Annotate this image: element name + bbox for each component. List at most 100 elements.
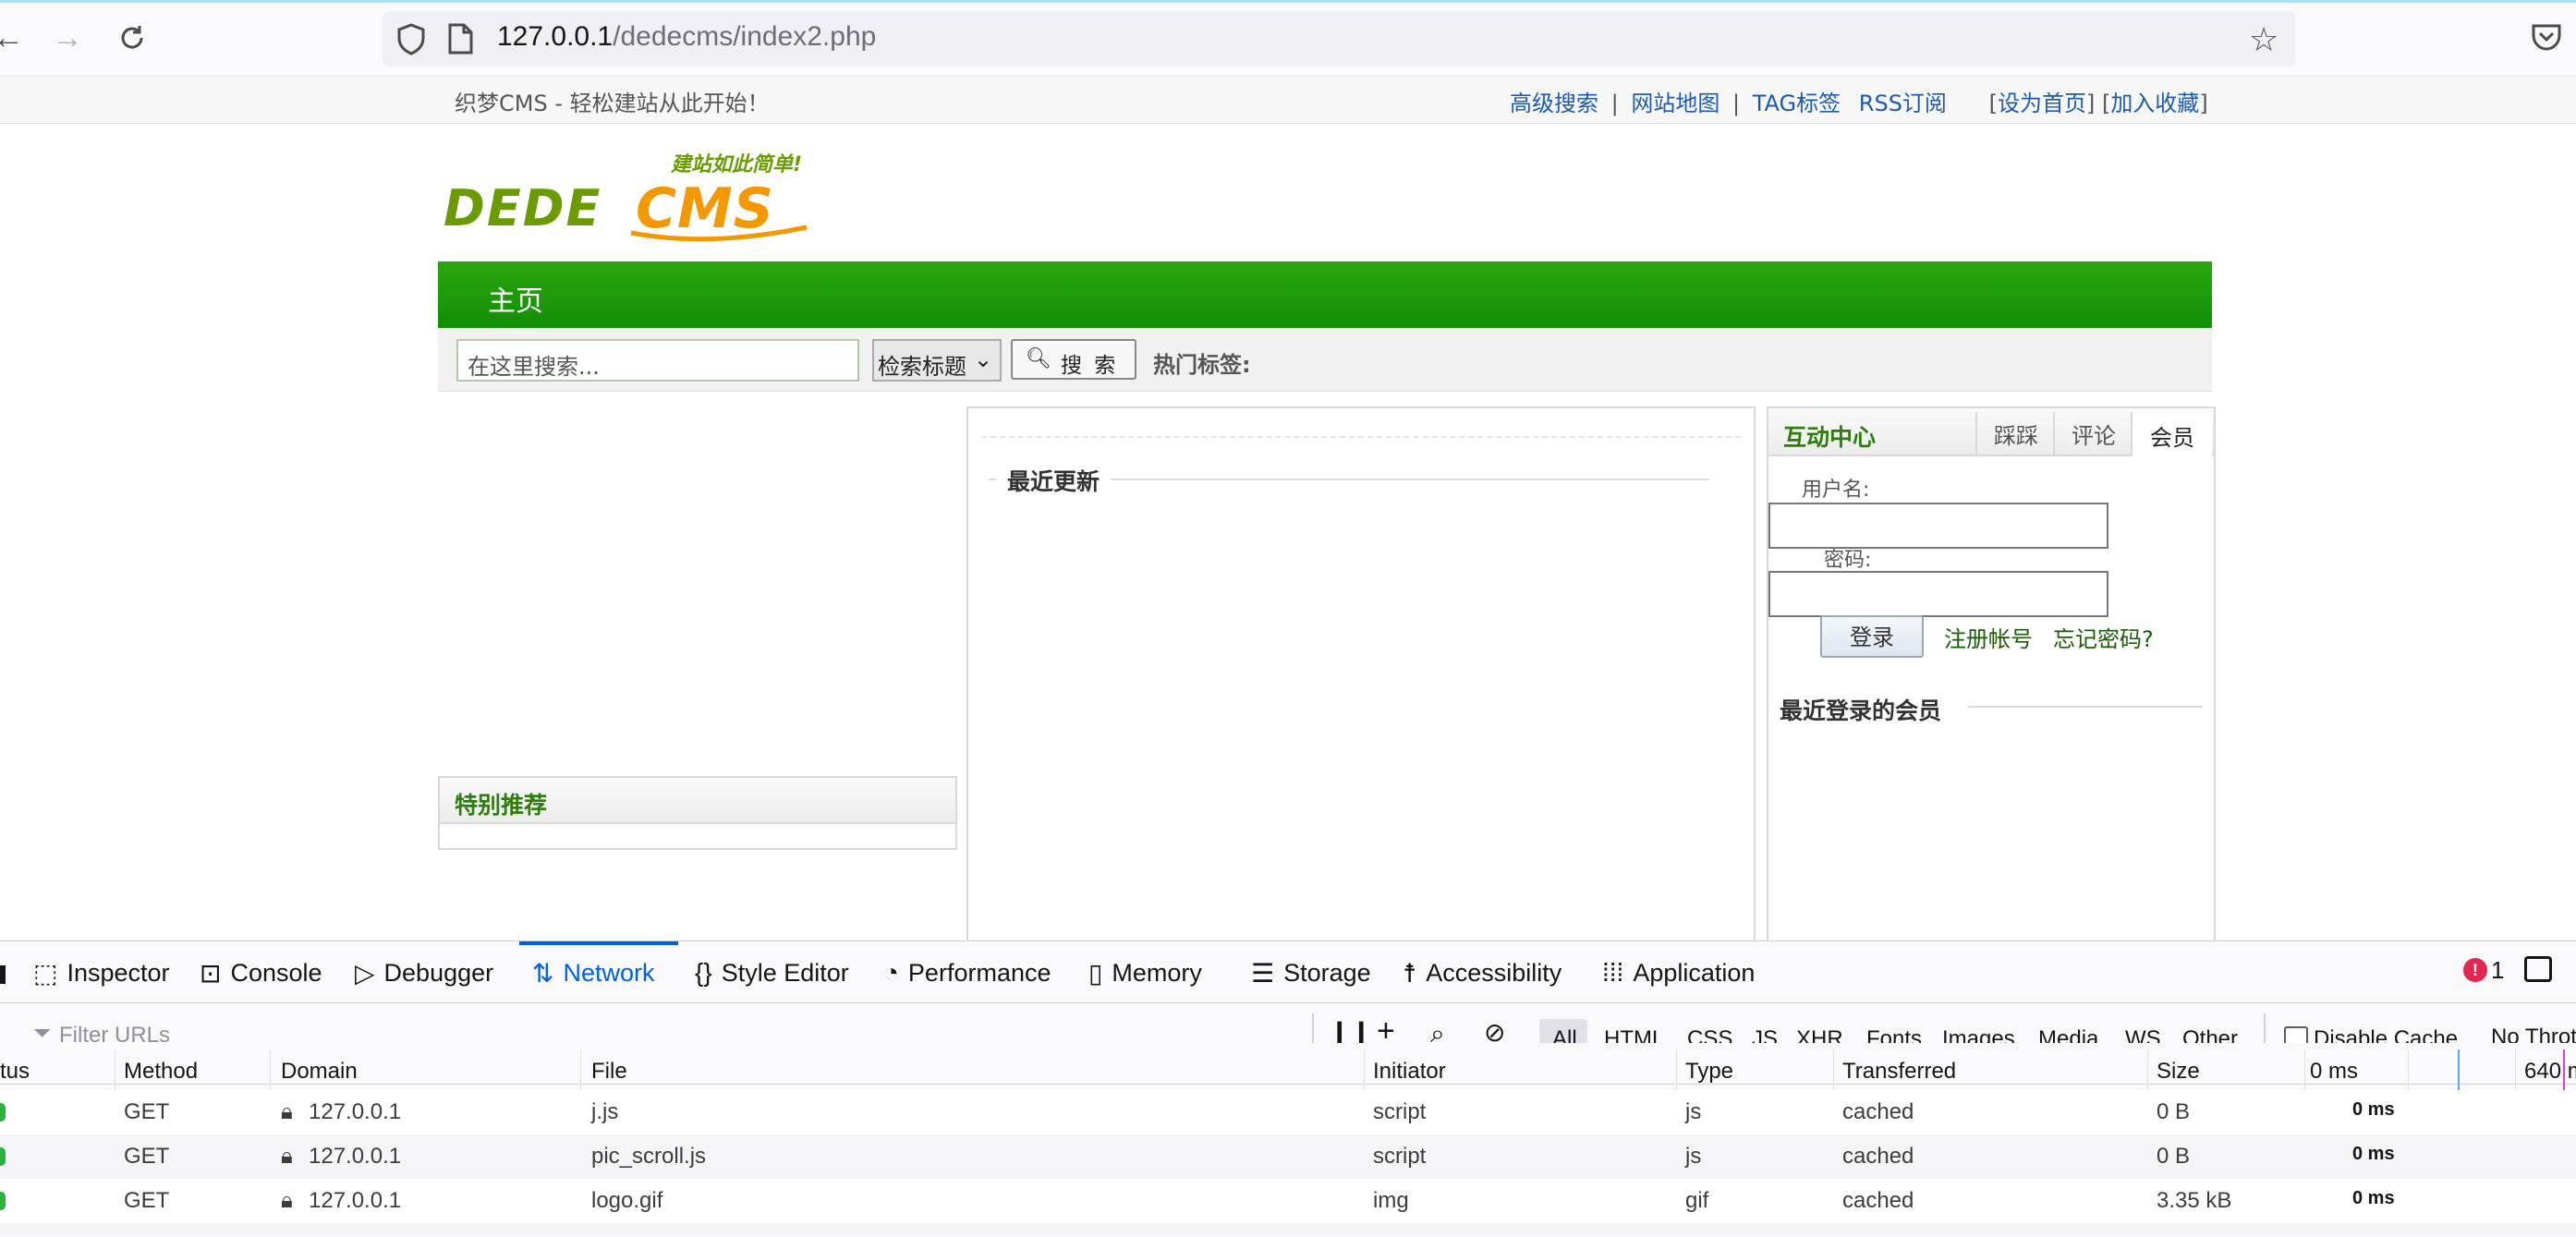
- request-row-partial[interactable]: [0, 1223, 2576, 1236]
- tab-storage[interactable]: ☰ Storage: [1251, 952, 1371, 993]
- lock-icon: 🔒︎: [281, 1099, 293, 1124]
- page-info-icon[interactable]: [447, 22, 473, 60]
- cell-transferred: cached: [1842, 1144, 1914, 1169]
- style-editor-icon: {}: [695, 958, 712, 987]
- pocket-icon[interactable]: [2530, 20, 2563, 58]
- inspector-icon: ⬚: [33, 958, 58, 988]
- tab-memory[interactable]: ▯ Memory: [1088, 952, 1202, 993]
- url-bar[interactable]: 127.0.0.1/dedecms/index2.php ☆: [383, 11, 2295, 67]
- password-input[interactable]: [1768, 571, 2108, 617]
- tab-inspector-label: Inspector: [67, 958, 170, 987]
- forward-icon[interactable]: →: [46, 17, 89, 59]
- cell-timing: 0 ms: [2352, 1144, 2395, 1164]
- cell-file: j.js: [591, 1099, 619, 1124]
- tab-comments[interactable]: 评论: [2053, 412, 2132, 455]
- cell-method: GET: [124, 1099, 170, 1124]
- nav-home[interactable]: 主页: [488, 278, 543, 319]
- tab-accessibility[interactable]: ☨ Accessibility: [1403, 952, 1561, 993]
- tab-storage-label: Storage: [1283, 958, 1371, 987]
- search-placeholder: 在这里搜索...: [468, 354, 600, 380]
- tab-members[interactable]: 会员: [2131, 412, 2212, 456]
- col-status[interactable]: tus: [0, 1059, 30, 1085]
- col-file[interactable]: File: [591, 1059, 627, 1085]
- search-button[interactable]: 🔍︎ 搜 索: [1011, 339, 1136, 380]
- tab-console[interactable]: ⊡ Console: [200, 952, 322, 993]
- forgot-password-link[interactable]: 忘记密码?: [2053, 621, 2154, 653]
- search-type-select[interactable]: 检索标题 ⌄: [872, 339, 1002, 382]
- back-icon[interactable]: ←: [0, 17, 30, 59]
- memory-icon: ▯: [1088, 958, 1103, 988]
- dock-layout-icon[interactable]: [2524, 956, 2552, 982]
- bookmark-star-icon[interactable]: ☆: [2249, 20, 2278, 59]
- request-row[interactable]: GET 🔒︎ 127.0.0.1 j.js script js cached 0…: [0, 1090, 2576, 1134]
- hot-tags-label: 热门标签:: [1153, 352, 1251, 378]
- col-waterfall-start[interactable]: 0 ms: [2310, 1059, 2358, 1085]
- col-method[interactable]: Method: [124, 1059, 198, 1085]
- username-input[interactable]: [1768, 503, 2108, 549]
- status-200-icon: [0, 1192, 6, 1210]
- cell-initiator: img: [1373, 1188, 1409, 1213]
- storage-icon: ☰: [1251, 958, 1275, 988]
- cell-transferred: cached: [1842, 1099, 1914, 1124]
- search-input[interactable]: 在这里搜索...: [456, 339, 859, 382]
- register-link[interactable]: 注册帐号: [1944, 621, 2033, 653]
- tab-debugger[interactable]: ▷ Debugger: [355, 952, 493, 993]
- dedecms-logo[interactable]: 建站如此简单! DEDE CMS: [442, 148, 830, 249]
- set-home-link[interactable]: 设为首页: [1998, 91, 2086, 116]
- cell-domain: 127.0.0.1: [309, 1144, 402, 1169]
- tab-application[interactable]: ⁞⁞⁞ Application: [1602, 952, 1755, 993]
- add-favorite-link[interactable]: 加入收藏: [2110, 91, 2199, 116]
- cell-size: 0 B: [2157, 1099, 2191, 1124]
- console-icon: ⊡: [200, 958, 222, 988]
- status-200-icon: [0, 1103, 6, 1122]
- search-type-value: 检索标题: [878, 354, 966, 380]
- chevron-down-icon: ⌄: [974, 347, 993, 372]
- special-recommend-header: 特别推荐: [440, 778, 955, 824]
- login-button[interactable]: 登录: [1820, 615, 1924, 658]
- lock-icon: 🔒︎: [281, 1188, 293, 1213]
- url-path: /dedecms/index2.php: [613, 21, 877, 52]
- special-recommend-box: 特别推荐: [438, 776, 957, 850]
- cell-type: js: [1685, 1144, 1702, 1169]
- cell-timing: 0 ms: [2352, 1188, 2395, 1208]
- interaction-center-title: 互动中心: [1783, 424, 1877, 451]
- sitemap-link[interactable]: 网站地图: [1631, 91, 1719, 116]
- logo-wordmark: DEDE CMS: [444, 176, 808, 242]
- tag-link[interactable]: TAG标签: [1753, 91, 1841, 116]
- application-icon: ⁞⁞⁞: [1602, 958, 1624, 987]
- tab-memory-label: Memory: [1112, 958, 1202, 987]
- tab-style-editor[interactable]: {} Style Editor: [695, 952, 849, 993]
- shield-icon[interactable]: [395, 22, 427, 60]
- cell-method: GET: [124, 1144, 170, 1169]
- col-size[interactable]: Size: [2157, 1059, 2200, 1085]
- status-200-icon: [0, 1147, 6, 1166]
- password-label: 密码:: [1824, 549, 1872, 572]
- username-label: 用户名:: [1802, 479, 1870, 502]
- cell-file: pic_scroll.js: [591, 1144, 707, 1169]
- error-icon[interactable]: !: [2463, 958, 2487, 982]
- tab-console-label: Console: [230, 958, 322, 987]
- interaction-center-box: 互动中心 踩踩 评论 会员 用户名: 密码: 登录 注册帐号 忘记密码? 最近登…: [1767, 406, 2216, 944]
- reload-icon[interactable]: [111, 17, 153, 59]
- col-waterfall-640[interactable]: 640 m: [2524, 1059, 2576, 1085]
- tab-inspector[interactable]: ⬚ Inspector: [33, 952, 170, 993]
- request-row[interactable]: GET 🔒︎ 127.0.0.1 logo.gif img gif cached…: [0, 1179, 2576, 1223]
- advanced-search-link[interactable]: 高级搜索: [1510, 91, 1598, 116]
- col-type[interactable]: Type: [1685, 1059, 1733, 1085]
- error-count: 1: [2491, 956, 2505, 984]
- site-tagline: 织梦CMS - 轻松建站从此开始！: [455, 91, 770, 116]
- performance-icon: ◔: [883, 958, 899, 987]
- tab-performance[interactable]: ◔ Performance: [883, 952, 1051, 993]
- svg-text:DEDE: DEDE: [444, 179, 601, 237]
- cell-size: 3.35 kB: [2157, 1188, 2232, 1213]
- tab-caicai[interactable]: 踩踩: [1975, 412, 2055, 455]
- recent-updates-title: 最近更新: [996, 464, 1112, 497]
- rss-link[interactable]: RSS订阅: [1859, 91, 1947, 116]
- col-domain[interactable]: Domain: [281, 1059, 358, 1085]
- request-row[interactable]: GET 🔒︎ 127.0.0.1 pic_scroll.js script js…: [0, 1134, 2576, 1179]
- tab-network[interactable]: ⇅ Network: [532, 952, 655, 993]
- cell-transferred: cached: [1842, 1188, 1914, 1213]
- col-transferred[interactable]: Transferred: [1842, 1059, 1956, 1085]
- picker-edge: [0, 965, 6, 984]
- col-initiator[interactable]: Initiator: [1373, 1059, 1446, 1085]
